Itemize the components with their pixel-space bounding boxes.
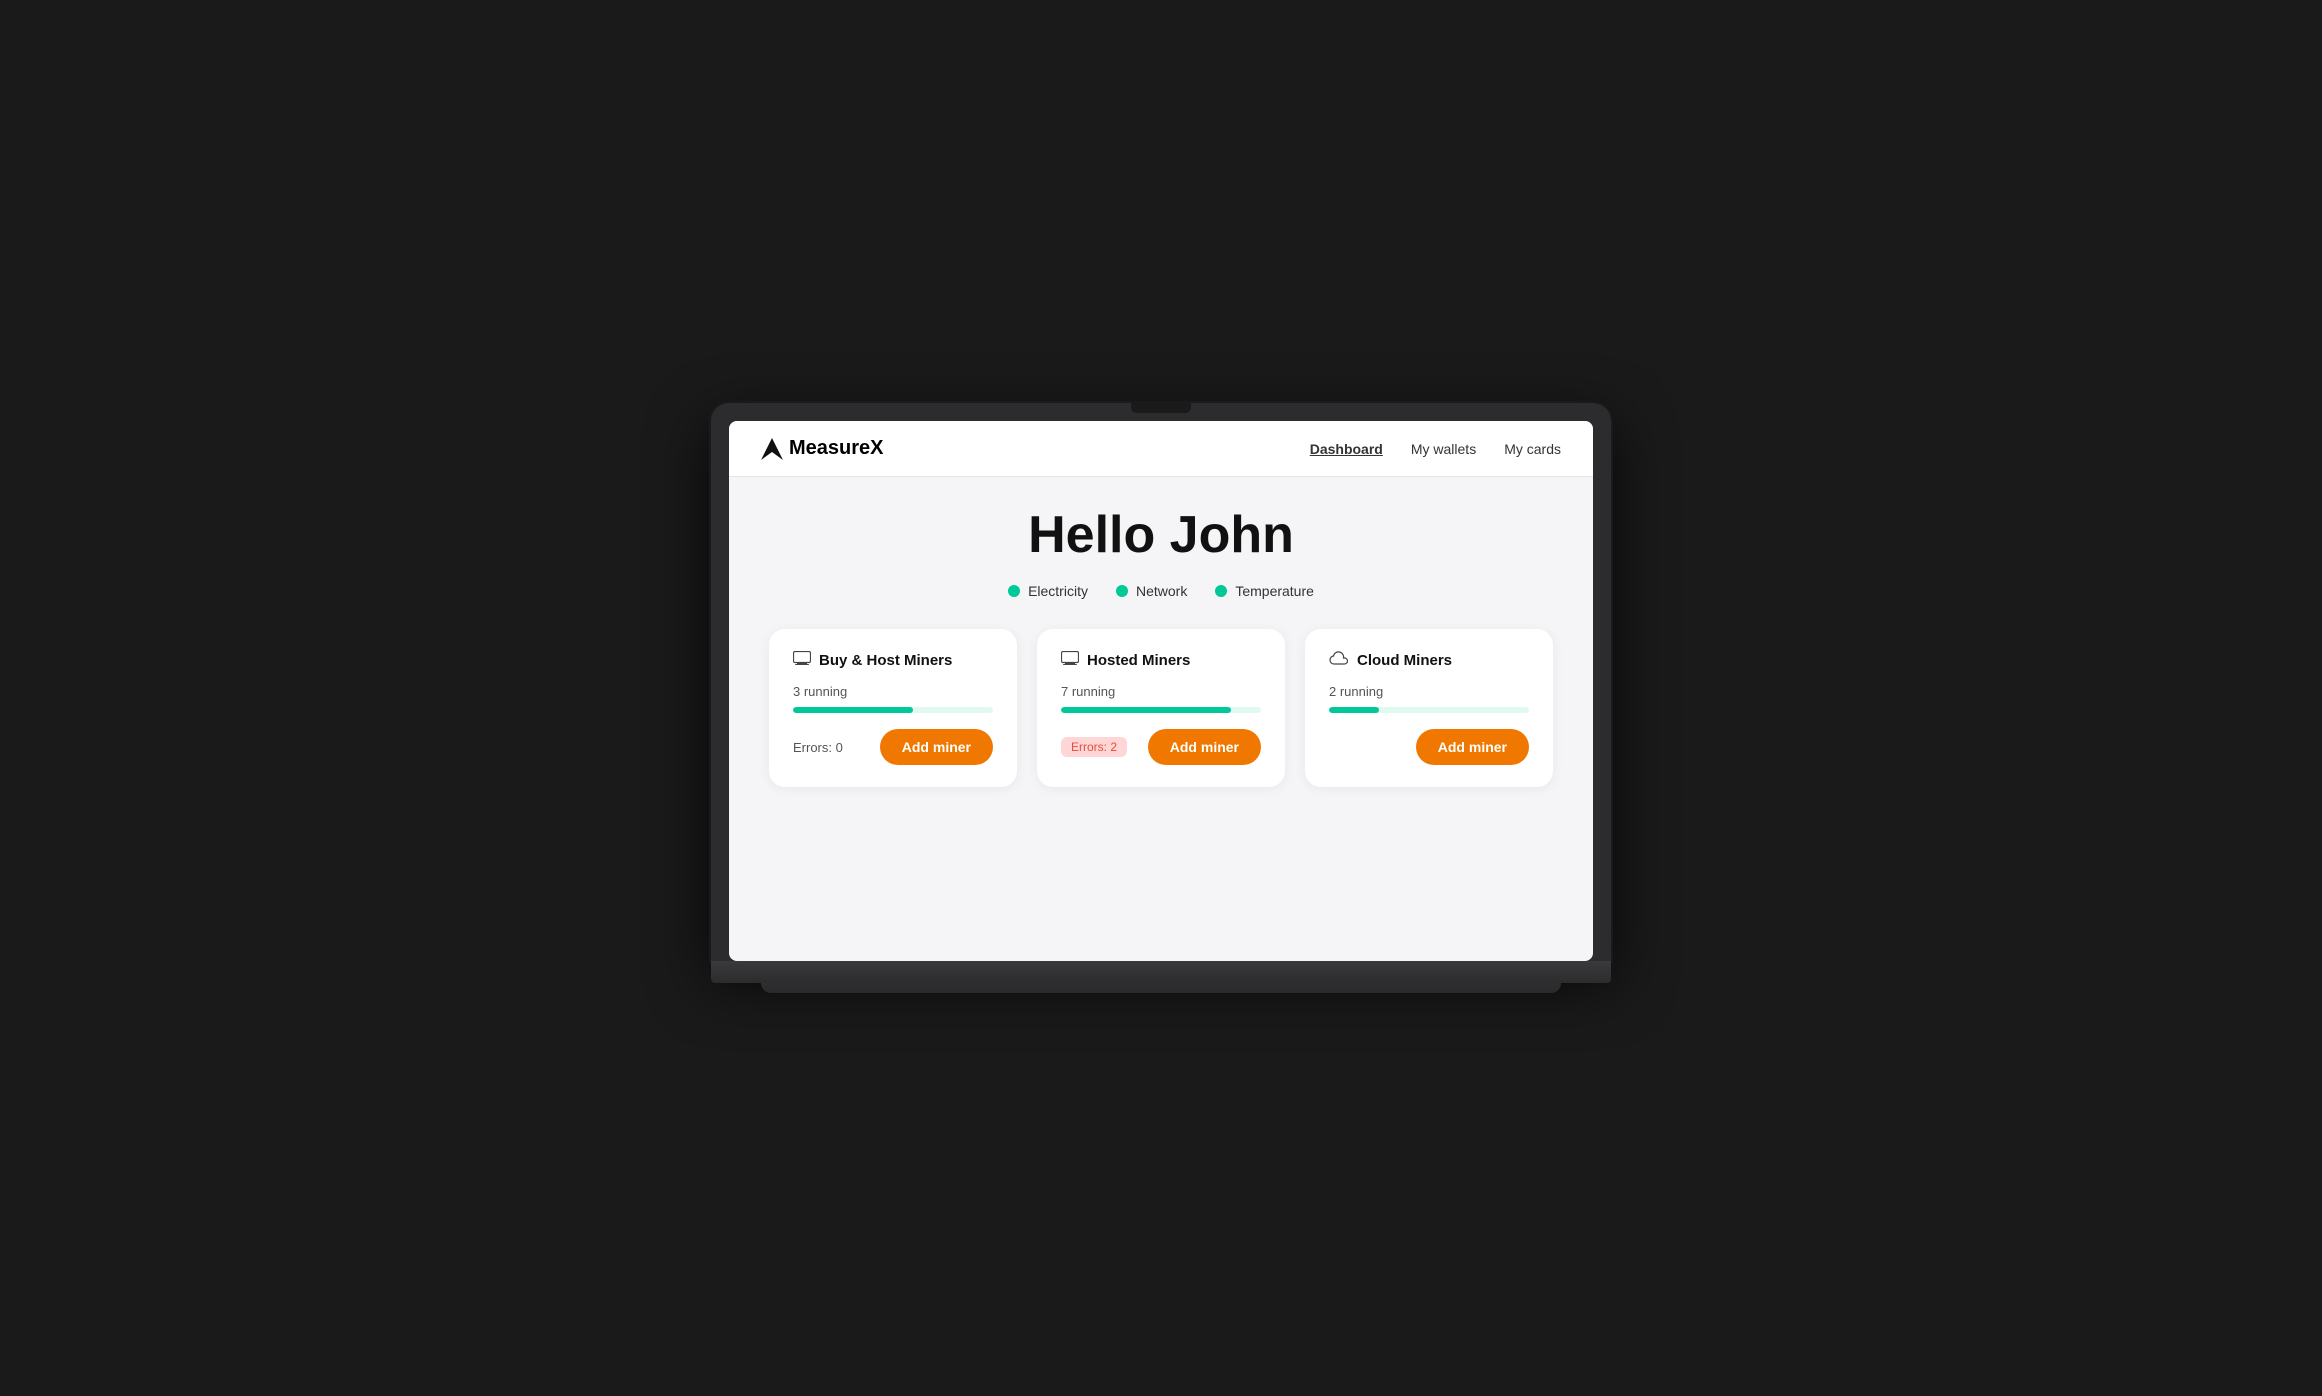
app-container: MeasureX Dashboard My wallets My cards H… <box>729 421 1593 961</box>
card-hosted: Hosted Miners 7 running Errors: 2 Add mi… <box>1037 629 1285 787</box>
main-nav: Dashboard My wallets My cards <box>1310 441 1561 457</box>
buy-host-footer: Errors: 0 Add miner <box>793 729 993 765</box>
card-cloud-header: Cloud Miners <box>1329 651 1529 670</box>
hosted-icon <box>1061 651 1079 670</box>
buy-host-progress-track <box>793 707 993 713</box>
temperature-label: Temperature <box>1235 583 1314 599</box>
card-hosted-header: Hosted Miners <box>1061 651 1261 670</box>
hosted-progress-track <box>1061 707 1261 713</box>
cloud-running: 2 running <box>1329 684 1529 699</box>
buy-host-progress-fill <box>793 707 913 713</box>
card-cloud-title: Cloud Miners <box>1357 652 1452 669</box>
cloud-footer: Add miner <box>1329 729 1529 765</box>
app-header: MeasureX Dashboard My wallets My cards <box>729 421 1593 477</box>
laptop-frame: MeasureX Dashboard My wallets My cards H… <box>711 403 1611 993</box>
status-indicators-row: Electricity Network Temperature <box>769 583 1553 599</box>
temperature-dot <box>1215 585 1227 597</box>
greeting-heading: Hello John <box>769 505 1553 565</box>
logo: MeasureX <box>761 437 884 460</box>
buy-host-add-btn[interactable]: Add miner <box>880 729 993 765</box>
laptop-bottom-bar <box>711 961 1611 983</box>
network-dot <box>1116 585 1128 597</box>
laptop-foot <box>761 983 1561 993</box>
hosted-running: 7 running <box>1061 684 1261 699</box>
card-buy-host: Buy & Host Miners 3 running Errors: 0 Ad… <box>769 629 1017 787</box>
logo-icon <box>761 438 783 460</box>
nav-cards[interactable]: My cards <box>1504 441 1561 457</box>
cloud-progress-track <box>1329 707 1529 713</box>
cloud-add-btn[interactable]: Add miner <box>1416 729 1529 765</box>
laptop-screen: MeasureX Dashboard My wallets My cards H… <box>729 421 1593 961</box>
cards-grid: Buy & Host Miners 3 running Errors: 0 Ad… <box>769 629 1553 787</box>
card-buy-host-header: Buy & Host Miners <box>793 651 993 670</box>
status-temperature: Temperature <box>1215 583 1314 599</box>
cloud-progress-fill <box>1329 707 1379 713</box>
network-label: Network <box>1136 583 1187 599</box>
status-electricity: Electricity <box>1008 583 1088 599</box>
card-buy-host-title: Buy & Host Miners <box>819 652 952 669</box>
brand-name: MeasureX <box>789 437 884 460</box>
cloud-icon <box>1329 651 1349 670</box>
card-hosted-title: Hosted Miners <box>1087 652 1190 669</box>
camera-notch <box>1131 403 1191 413</box>
electricity-label: Electricity <box>1028 583 1088 599</box>
hosted-errors-badge: Errors: 2 <box>1061 737 1127 757</box>
buy-host-errors: Errors: 0 <box>793 740 843 755</box>
buy-host-running: 3 running <box>793 684 993 699</box>
hosted-add-btn[interactable]: Add miner <box>1148 729 1261 765</box>
nav-dashboard[interactable]: Dashboard <box>1310 441 1383 457</box>
buy-host-icon <box>793 651 811 670</box>
hosted-footer: Errors: 2 Add miner <box>1061 729 1261 765</box>
card-cloud: Cloud Miners 2 running Add miner <box>1305 629 1553 787</box>
hosted-progress-fill <box>1061 707 1231 713</box>
electricity-dot <box>1008 585 1020 597</box>
main-content: Hello John Electricity Network Tempe <box>729 477 1593 961</box>
status-network: Network <box>1116 583 1187 599</box>
screen-bezel: MeasureX Dashboard My wallets My cards H… <box>711 403 1611 961</box>
nav-wallets[interactable]: My wallets <box>1411 441 1476 457</box>
